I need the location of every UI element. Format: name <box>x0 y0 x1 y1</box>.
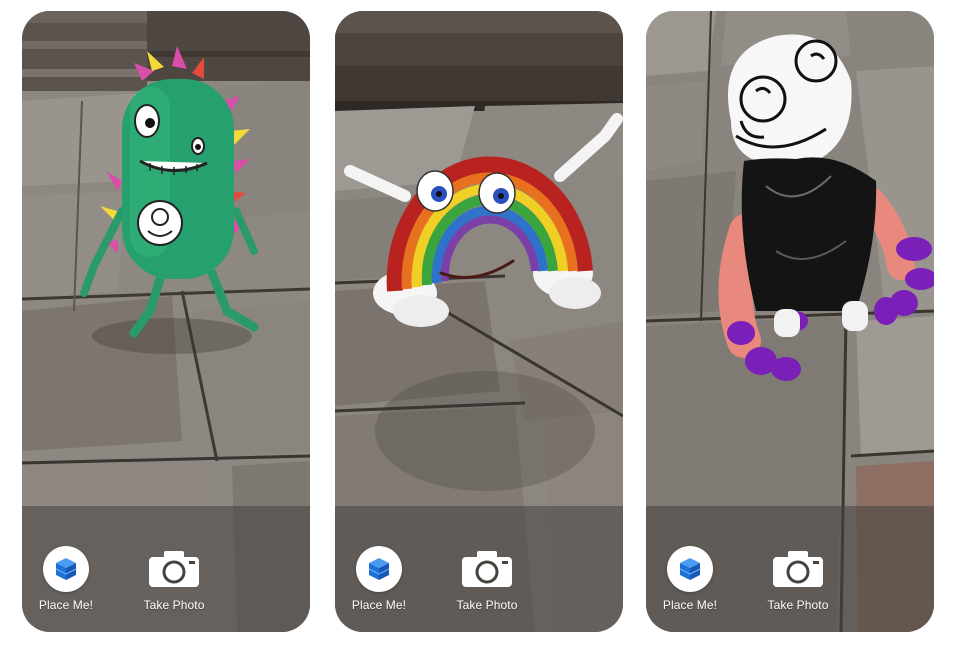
place-me-button[interactable]: Place Me! <box>341 546 417 612</box>
phone-screen-1: Place Me! Take Photo <box>22 11 310 632</box>
camera-icon <box>146 546 202 592</box>
take-photo-label: Take Photo <box>143 598 205 612</box>
bottom-toolbar: Place Me! Take Photo <box>335 506 623 632</box>
cube-icon <box>43 546 89 592</box>
take-photo-button[interactable]: Take Photo <box>756 546 840 612</box>
cube-icon <box>356 546 402 592</box>
place-me-button[interactable]: Place Me! <box>28 546 104 612</box>
place-me-button[interactable]: Place Me! <box>652 546 728 612</box>
place-me-label: Place Me! <box>38 598 94 612</box>
place-me-label: Place Me! <box>351 598 407 612</box>
cube-icon <box>667 546 713 592</box>
place-me-label: Place Me! <box>662 598 718 612</box>
phone-screen-3: Place Me! Take Photo <box>646 11 934 632</box>
take-photo-button[interactable]: Take Photo <box>445 546 529 612</box>
camera-icon <box>459 546 515 592</box>
camera-icon <box>770 546 826 592</box>
phone-screen-2: Place Me! Take Photo <box>335 11 623 632</box>
take-photo-label: Take Photo <box>456 598 518 612</box>
bottom-toolbar: Place Me! Take Photo <box>22 506 310 632</box>
bottom-toolbar: Place Me! Take Photo <box>646 506 934 632</box>
take-photo-label: Take Photo <box>767 598 829 612</box>
take-photo-button[interactable]: Take Photo <box>132 546 216 612</box>
